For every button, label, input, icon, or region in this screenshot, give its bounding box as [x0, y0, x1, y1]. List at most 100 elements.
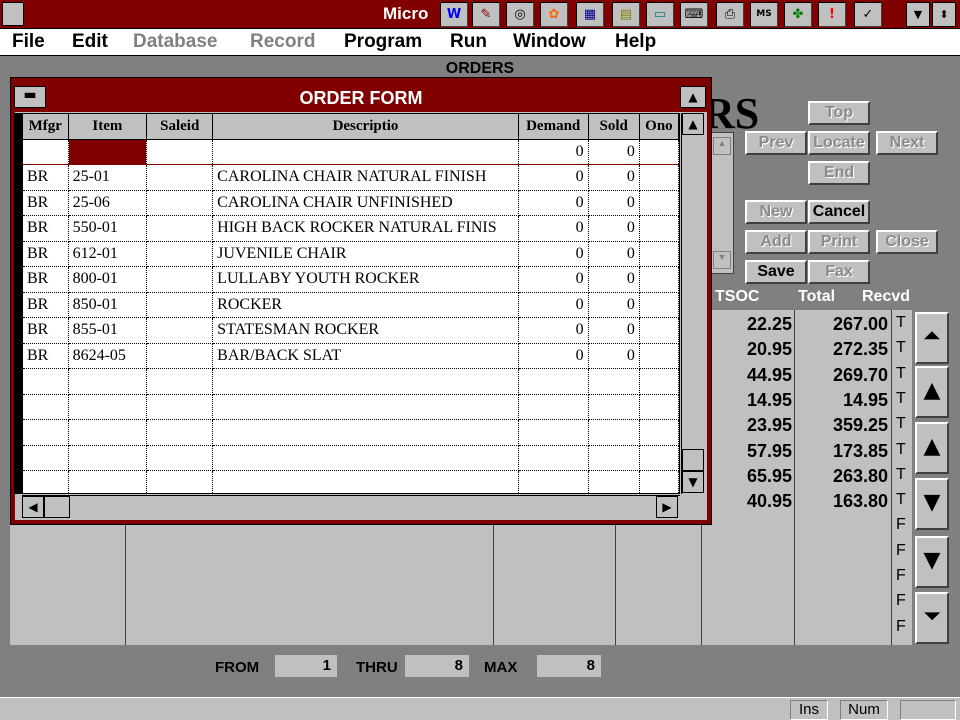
menu-run[interactable]: Run [450, 31, 487, 53]
cell-sold[interactable] [588, 445, 640, 471]
table-row[interactable] [23, 419, 679, 446]
cancel-button[interactable]: Cancel [808, 200, 870, 224]
order-form-system-menu-icon[interactable]: ▬ [14, 86, 46, 108]
scroll-bottom-icon[interactable]: ⏷ [915, 592, 949, 644]
cell-demand[interactable]: 0 [518, 241, 589, 267]
cell-item[interactable]: 855-01 [68, 317, 148, 344]
table-row[interactable]: BR 25-06 CAROLINA CHAIR UNFINISHED 0 0 [23, 190, 679, 216]
cell-demand[interactable]: 0 [518, 343, 589, 369]
cell-ono[interactable] [639, 215, 679, 242]
table-row[interactable] [23, 445, 679, 471]
cell-saleid[interactable] [146, 470, 214, 493]
cell-mfgr[interactable]: BR [23, 343, 69, 369]
cell-item[interactable] [68, 470, 148, 493]
scroll-page-down-icon[interactable]: ▼ [915, 536, 949, 588]
cell-ono[interactable] [639, 470, 679, 493]
cell-saleid[interactable] [146, 317, 214, 344]
column-header-saleid[interactable]: Saleid [146, 114, 214, 140]
scroll-thumb[interactable] [682, 449, 704, 471]
cell-ono[interactable] [639, 445, 679, 471]
cell-sold[interactable]: 0 [588, 139, 640, 165]
table-row[interactable]: BR 550-01 HIGH BACK ROCKER NATURAL FINIS 0 0 [23, 215, 679, 242]
cell-sold[interactable]: 0 [588, 164, 640, 191]
save-button[interactable]: Save [745, 260, 807, 284]
locate-button[interactable]: Locate [808, 131, 870, 155]
keyboard-icon[interactable]: ⌨ [680, 2, 708, 27]
cell-demand[interactable]: 0 [518, 317, 589, 344]
cell-mfgr[interactable] [23, 419, 69, 446]
cell-saleid[interactable] [146, 292, 214, 318]
puzzle-icon[interactable]: ✤ [784, 2, 812, 27]
table-row[interactable]: BR 25-01 CAROLINA CHAIR NATURAL FINISH 0 0 [23, 164, 679, 191]
cell-demand[interactable]: 0 [518, 292, 589, 318]
cell-ono[interactable] [639, 190, 679, 216]
cell-item[interactable] [68, 419, 148, 446]
menu-program[interactable]: Program [344, 31, 422, 53]
cell-saleid[interactable] [146, 394, 214, 420]
cell-mfgr[interactable] [23, 394, 69, 420]
order-form-horizontal-scrollbar[interactable]: ◀ ▶ [22, 495, 680, 519]
fax-button[interactable]: Fax [808, 260, 870, 284]
cell-mfgr[interactable]: BR [23, 190, 69, 216]
cell-item[interactable]: 800-01 [68, 266, 148, 293]
new-button[interactable]: New [745, 200, 807, 224]
cell-desc[interactable] [212, 470, 519, 493]
scroll-up-arrow-icon[interactable]: ▲ [682, 113, 704, 135]
listbox-up-arrow-icon[interactable]: ▲ [713, 137, 731, 155]
cell-desc[interactable] [212, 394, 519, 420]
cell-demand[interactable]: 0 [518, 139, 589, 165]
print-button[interactable]: Print [808, 230, 870, 254]
cell-demand[interactable]: 0 [518, 164, 589, 191]
cell-ono[interactable] [639, 343, 679, 369]
table-row[interactable]: BR 8624-05 BAR/BACK SLAT 0 0 [23, 343, 679, 369]
table-row[interactable]: BR 850-01 ROCKER 0 0 [23, 292, 679, 318]
cell-demand[interactable] [518, 368, 589, 395]
thru-field[interactable]: 8 [405, 655, 469, 677]
cell-desc[interactable]: HIGH BACK ROCKER NATURAL FINIS [212, 215, 519, 242]
cell-ono[interactable] [639, 241, 679, 267]
cell-saleid[interactable] [146, 215, 214, 242]
column-header-descriptio[interactable]: Descriptio [212, 114, 519, 140]
max-field[interactable]: 8 [537, 655, 601, 677]
clipboard-icon[interactable]: ✓ [854, 2, 882, 27]
cell-mfgr[interactable]: BR [23, 241, 69, 267]
cell-saleid[interactable] [146, 266, 214, 293]
add-button[interactable]: Add [745, 230, 807, 254]
cell-mfgr[interactable]: BR [23, 292, 69, 318]
column-header-sold[interactable]: Sold [588, 114, 640, 140]
cell-mfgr[interactable]: BR [23, 266, 69, 293]
column-header-item[interactable]: Item [68, 114, 148, 140]
cell-item[interactable]: 8624-05 [68, 343, 148, 369]
table-row[interactable]: BR 612-01 JUVENILE CHAIR 0 0 [23, 241, 679, 267]
cell-desc[interactable] [212, 368, 519, 395]
cell-desc[interactable]: BAR/BACK SLAT [212, 343, 519, 369]
cell-sold[interactable]: 0 [588, 292, 640, 318]
butterfly-icon[interactable]: ✿ [540, 2, 568, 27]
cell-desc[interactable]: JUVENILE CHAIR [212, 241, 519, 267]
cell-desc[interactable] [212, 419, 519, 446]
printer-icon[interactable]: ⎙ [716, 2, 744, 27]
column-header-demand[interactable]: Demand [518, 114, 589, 140]
cell-ono[interactable] [639, 292, 679, 318]
cell-mfgr[interactable] [23, 368, 69, 395]
order-form-maximize-icon[interactable]: ▲ [680, 86, 706, 108]
scroll-right-arrow-icon[interactable]: ▶ [656, 496, 678, 518]
table-row[interactable]: BR 800-01 LULLABY YOUTH ROCKER 0 0 [23, 266, 679, 293]
tools-icon[interactable]: ✎ [472, 2, 500, 27]
cell-item[interactable]: 550-01 [68, 215, 148, 242]
cell-desc[interactable]: ROCKER [212, 292, 519, 318]
cell-sold[interactable]: 0 [588, 266, 640, 293]
cell-demand[interactable]: 0 [518, 190, 589, 216]
alert-icon[interactable]: ! [818, 2, 846, 27]
menu-help[interactable]: Help [615, 31, 656, 53]
cell-mfgr[interactable] [23, 445, 69, 471]
close-button[interactable]: Close [876, 230, 938, 254]
cell-item[interactable]: 25-01 [68, 164, 148, 191]
listbox-down-arrow-icon[interactable]: ▼ [713, 251, 731, 269]
system-menu-box[interactable] [2, 2, 24, 26]
cell-ono[interactable] [639, 419, 679, 446]
menu-window[interactable]: Window [513, 31, 586, 53]
cell-sold[interactable]: 0 [588, 190, 640, 216]
cell-mfgr[interactable]: BR [23, 317, 69, 344]
cell-mfgr[interactable] [23, 470, 69, 493]
